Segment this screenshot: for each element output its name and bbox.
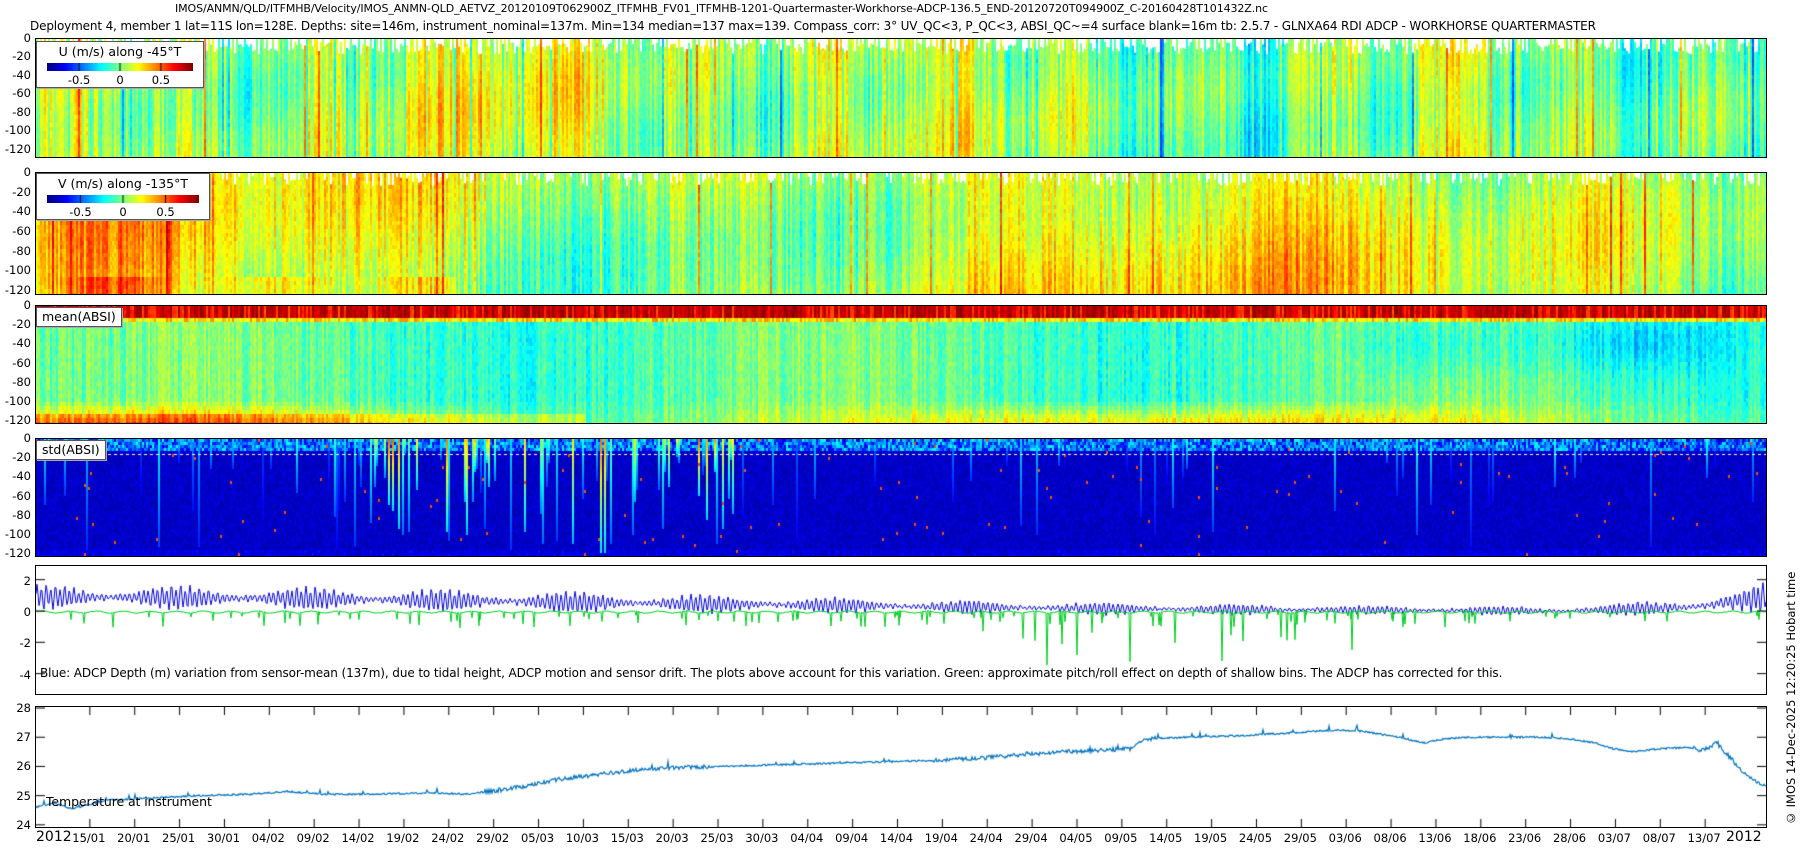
y-tick-label: -60: [1, 356, 31, 370]
y-tick-label: -60: [1, 224, 31, 238]
y-tick-label: -60: [1, 86, 31, 100]
panel-std-absi: [35, 438, 1767, 557]
y-tick-label: -120: [1, 546, 31, 560]
depth-variation-note: Blue: ADCP Depth (m) variation from sens…: [40, 666, 1502, 680]
colorbar-tick-label: 0.5: [152, 73, 170, 87]
legend-v: V (m/s) along -135°T -0.5 0 0.5: [36, 173, 210, 220]
y-tick-label: -20: [1, 185, 31, 199]
y-tick-label: -100: [1, 123, 31, 137]
y-tick-label: -40: [1, 204, 31, 218]
mean-absi-label: mean(ABSI): [36, 307, 122, 327]
imos-watermark: © IMOS 14-Dec-2025 12:20:25 Hobart time: [1784, 383, 1798, 825]
y-tick-label: -40: [1, 336, 31, 350]
y-tick-label: -20: [1, 450, 31, 464]
mean-absi-heatmap-canvas: [36, 306, 1766, 423]
y-tick-label: 27: [1, 730, 31, 744]
y-tick-label: -60: [1, 489, 31, 503]
panel-v-velocity: [35, 172, 1767, 295]
y-tick-label: -2: [1, 636, 31, 650]
y-tick-label: -100: [1, 394, 31, 408]
y-tick-label: -100: [1, 263, 31, 277]
y-tick-label: 2: [1, 574, 31, 588]
colorbar-tick-label: 0: [119, 205, 126, 219]
colorbar-tick-label: 0: [116, 73, 123, 87]
adcp-figure: IMOS/ANMN/QLD/ITFMHB/Velocity/IMOS_ANMN-…: [0, 0, 1800, 850]
y-tick-label: 0: [1, 165, 31, 179]
temperature-line-canvas: [36, 707, 1766, 827]
legend-v-title: V (m/s) along -135°T: [37, 176, 209, 191]
y-tick-label: 28: [1, 701, 31, 715]
v-colorbar: [47, 195, 199, 203]
colorbar-tick-label: -0.5: [69, 205, 91, 219]
colorbar-tick-label: -0.5: [68, 73, 90, 87]
figure-subtitle: Deployment 4, member 1 lat=11S lon=128E.…: [30, 19, 1596, 33]
y-tick-label: -80: [1, 105, 31, 119]
y-tick-label: 0: [1, 31, 31, 45]
y-tick-label: -80: [1, 508, 31, 522]
colorbar-tick-label: 0.5: [156, 205, 174, 219]
v-velocity-heatmap-canvas: [36, 173, 1766, 294]
y-tick-label: -120: [1, 142, 31, 156]
panel-mean-absi: [35, 305, 1767, 424]
y-tick-label: 0: [1, 298, 31, 312]
figure-title: IMOS/ANMN/QLD/ITFMHB/Velocity/IMOS_ANMN-…: [175, 2, 1268, 15]
y-tick-label: -4: [1, 668, 31, 682]
temperature-label: Temperature at instrument: [46, 794, 212, 809]
y-tick-label: 0: [1, 431, 31, 445]
y-tick-label: 0: [1, 605, 31, 619]
y-tick-label: -20: [1, 49, 31, 63]
panel-u-velocity: [35, 38, 1767, 158]
legend-u: U (m/s) along -45°T -0.5 0 0.5: [36, 41, 204, 88]
legend-u-title: U (m/s) along -45°T: [37, 44, 203, 59]
u-colorbar: [47, 63, 193, 71]
std-absi-heatmap-canvas: [36, 439, 1766, 556]
x-tick-label: 13/07: [1672, 831, 1736, 845]
y-tick-label: 24: [1, 818, 31, 832]
y-tick-label: -20: [1, 317, 31, 331]
panel-temperature: [35, 706, 1767, 828]
y-tick-label: -40: [1, 68, 31, 82]
y-tick-label: -80: [1, 244, 31, 258]
y-tick-label: -40: [1, 469, 31, 483]
y-tick-label: 25: [1, 789, 31, 803]
y-tick-label: 26: [1, 759, 31, 773]
y-tick-label: -80: [1, 375, 31, 389]
y-tick-label: -100: [1, 527, 31, 541]
std-absi-label: std(ABSI): [36, 440, 106, 460]
y-tick-label: -120: [1, 283, 31, 297]
y-tick-label: -120: [1, 413, 31, 427]
u-velocity-heatmap-canvas: [36, 39, 1766, 157]
